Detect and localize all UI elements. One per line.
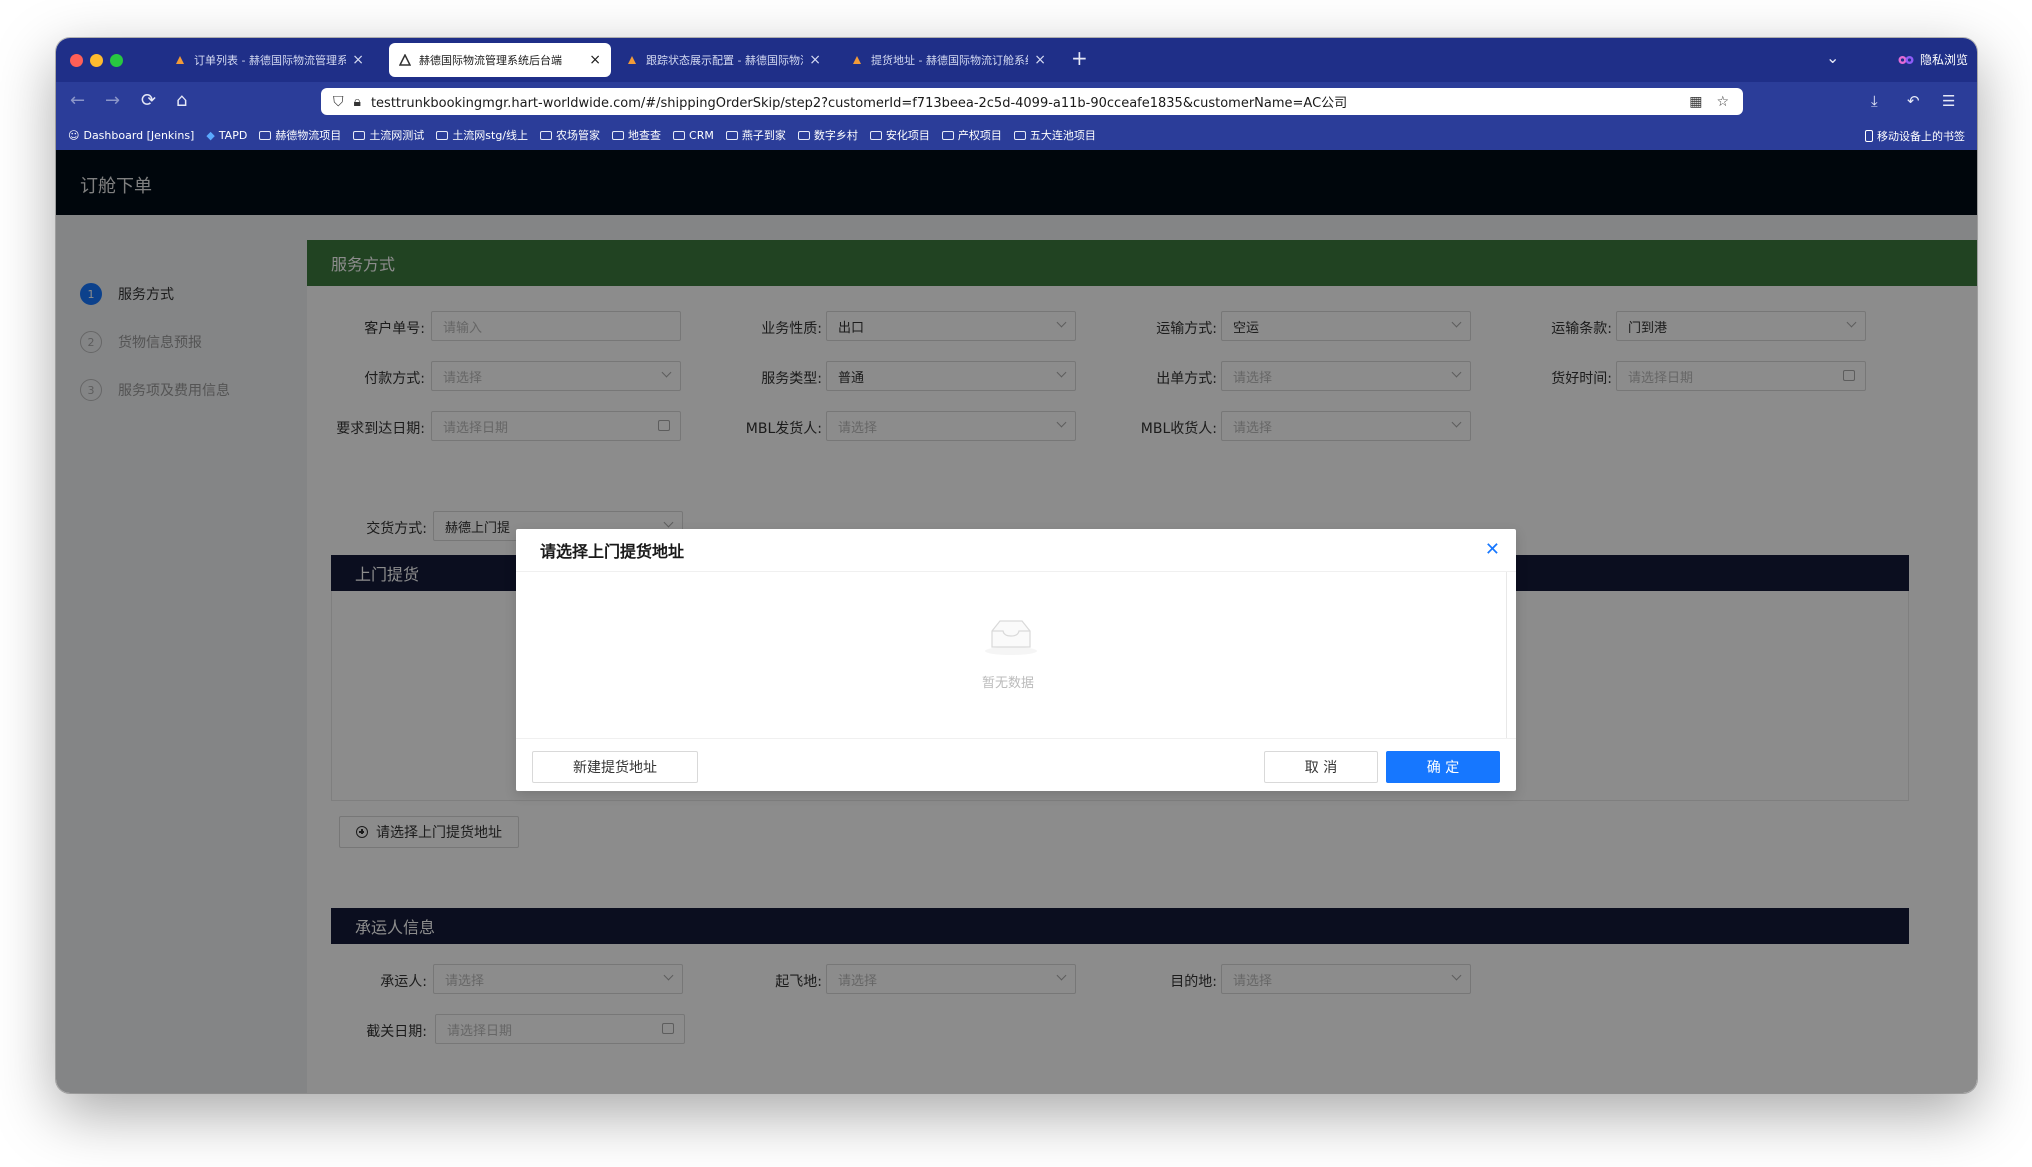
bookmark-folder[interactable]: 土流网stg/线上 xyxy=(436,127,528,143)
bookmark-star-icon[interactable]: ☆ xyxy=(1716,94,1729,110)
bookmark-folder[interactable]: 产权项目 xyxy=(941,127,1002,143)
private-browsing-indicator: 隐私浏览 xyxy=(1898,51,1968,68)
site-favicon-icon xyxy=(626,54,638,66)
bookmark-folder[interactable]: 农场管家 xyxy=(540,127,600,143)
tapd-icon: ◆ xyxy=(206,128,215,142)
modal-footer: 新建提货地址 取 消 确 定 xyxy=(516,738,1516,792)
tab-pickup-address[interactable]: 提货地址 - 赫德国际物流订舱系统 × xyxy=(841,43,1056,77)
reply-icon[interactable]: ↶ xyxy=(1907,92,1920,110)
folder-icon xyxy=(612,130,625,140)
minimize-window-button[interactable] xyxy=(90,54,103,67)
browser-window: 订单列表 - 赫德国际物流管理系统 × 赫德国际物流管理系统后台端 × 跟踪状态… xyxy=(56,38,1977,1093)
modal-body: 暂无数据 xyxy=(516,572,1507,738)
site-favicon-icon xyxy=(398,53,412,66)
site-favicon-icon xyxy=(851,54,863,66)
site-favicon-icon xyxy=(174,54,186,66)
nav-toolbar: ← → ⟳ ⌂ ⛉ 🔒︎ testtrunkbookingmgr.hart-wo… xyxy=(56,82,1977,120)
home-icon[interactable]: ⌂ xyxy=(176,90,187,111)
qr-code-icon[interactable]: ▦ xyxy=(1689,94,1702,110)
modal-title: 请选择上门提货地址 xyxy=(540,542,685,561)
close-window-button[interactable] xyxy=(70,54,83,67)
folder-icon xyxy=(725,130,738,140)
folder-icon xyxy=(797,130,810,140)
page-viewport: 订舱下单 1 服务方式 2 货物信息预报 3 服务项及费用信息 服务方式 客户单号: … xyxy=(56,150,1977,1093)
shield-icon[interactable]: ⛉ xyxy=(333,94,344,110)
tab-order-list[interactable]: 订单列表 - 赫德国际物流管理系统 × xyxy=(164,43,374,77)
bookmark-folder[interactable]: CRM xyxy=(673,129,714,142)
folder-icon xyxy=(869,130,882,140)
forward-arrow-icon[interactable]: → xyxy=(105,90,120,111)
bookmark-folder[interactable]: 地查查 xyxy=(612,127,661,143)
folder-icon xyxy=(436,130,449,140)
bookmark-folder[interactable]: 土流网测试 xyxy=(353,127,424,143)
bookmark-folder[interactable]: 赫德物流项目 xyxy=(259,127,341,143)
close-tab-icon[interactable]: × xyxy=(809,52,821,68)
folder-icon xyxy=(941,130,954,140)
close-tab-icon[interactable]: × xyxy=(352,52,364,68)
bookmark-jenkins[interactable]: ☺ Dashboard [Jenkins] xyxy=(68,129,194,142)
folder-icon xyxy=(673,130,686,140)
address-bar[interactable]: ⛉ 🔒︎ testtrunkbookingmgr.hart-worldwide.… xyxy=(321,88,1743,115)
lock-icon[interactable]: 🔒︎ xyxy=(354,94,361,110)
close-tab-icon[interactable]: × xyxy=(1034,52,1046,68)
url-text[interactable]: testtrunkbookingmgr.hart-worldwide.com/#… xyxy=(371,92,1689,111)
empty-text: 暂无数据 xyxy=(981,676,1034,691)
close-icon[interactable]: ✕ xyxy=(1485,539,1500,560)
tab-bar: 订单列表 - 赫德国际物流管理系统 × 赫德国际物流管理系统后台端 × 跟踪状态… xyxy=(56,38,1977,82)
folder-icon xyxy=(540,130,553,140)
back-arrow-icon[interactable]: ← xyxy=(70,90,85,111)
download-icon[interactable]: ⤓ xyxy=(1871,92,1878,110)
tab-admin[interactable]: 赫德国际物流管理系统后台端 × xyxy=(389,43,611,77)
private-mask-icon xyxy=(1898,55,1914,64)
folder-icon xyxy=(1013,130,1026,140)
bookmark-folder[interactable]: 五大连池项目 xyxy=(1013,127,1096,143)
mobile-bookmarks[interactable]: 移动设备上的书签 xyxy=(1865,128,1965,144)
empty-inbox-icon xyxy=(985,620,1037,655)
tab-tracking-config[interactable]: 跟踪状态展示配置 - 赫德国际物流 × xyxy=(616,43,831,77)
folder-icon xyxy=(353,130,366,140)
pickup-address-modal: 请选择上门提货地址 ✕ 暂无数据 新建提货地址 取 消 确 定 xyxy=(516,529,1516,791)
mobile-device-icon xyxy=(1865,130,1873,142)
bookmark-folder[interactable]: 数字乡村 xyxy=(797,127,858,143)
bookmark-tapd[interactable]: ◆ TAPD xyxy=(206,129,247,142)
bookmark-folder[interactable]: 燕子到家 xyxy=(725,127,786,143)
jenkins-icon: ☺ xyxy=(68,128,80,142)
reload-icon[interactable]: ⟳ xyxy=(141,90,156,111)
bookmark-folder[interactable]: 安化项目 xyxy=(869,127,930,143)
folder-icon xyxy=(259,130,272,140)
new-tab-button[interactable]: + xyxy=(1071,46,1088,70)
new-pickup-address-button[interactable]: 新建提货地址 xyxy=(532,751,698,783)
tab-list-chevron-icon[interactable]: ⌄ xyxy=(1826,48,1839,67)
close-tab-icon[interactable]: × xyxy=(589,52,601,68)
maximize-window-button[interactable] xyxy=(110,54,123,67)
modal-header: 请选择上门提货地址 ✕ xyxy=(516,529,1516,572)
bookmarks-bar: ☺ Dashboard [Jenkins] ◆ TAPD 赫德物流项目 土流网测试 … xyxy=(56,120,1977,150)
confirm-button[interactable]: 确 定 xyxy=(1386,751,1500,783)
cancel-button[interactable]: 取 消 xyxy=(1264,751,1378,783)
menu-icon[interactable]: ☰ xyxy=(1942,92,1955,110)
